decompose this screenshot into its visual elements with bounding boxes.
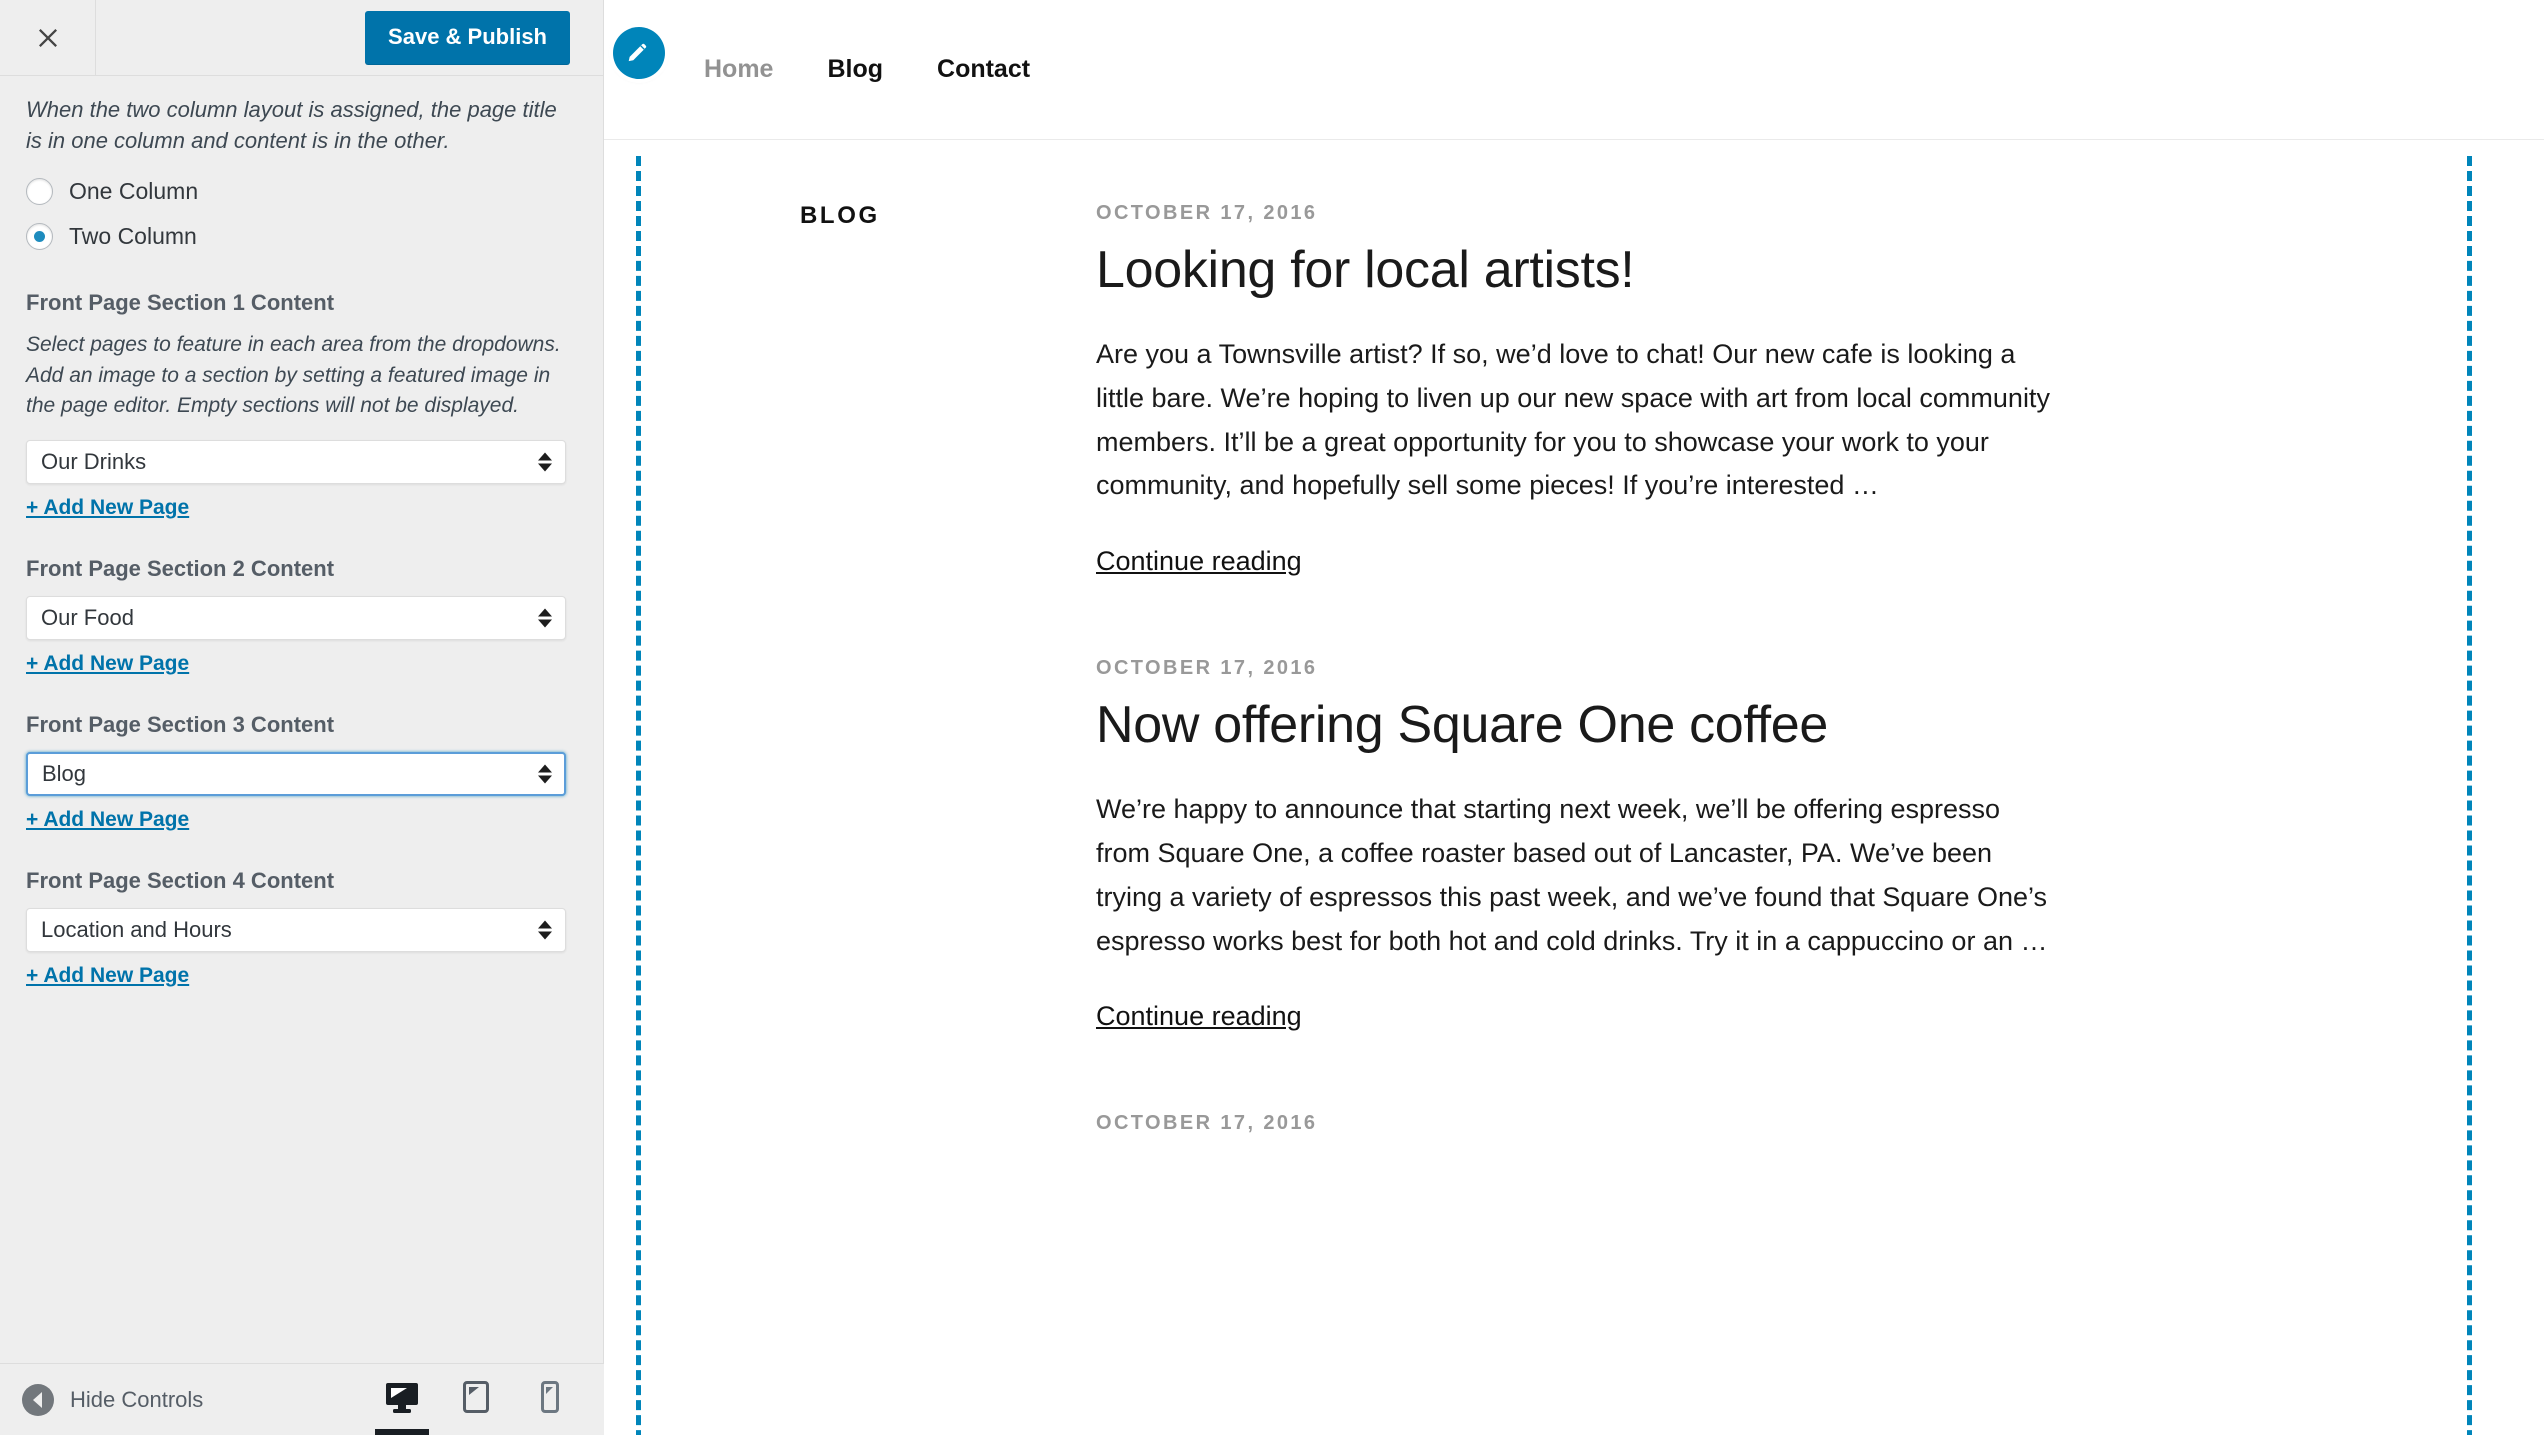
- site-preview: Home Blog Contact BLOG OCTOBER 17, 2016 …: [604, 0, 2544, 1435]
- section-1-help: Select pages to feature in each area fro…: [26, 333, 561, 418]
- radio-one-column-label: One Column: [69, 178, 199, 205]
- pencil-icon: [626, 38, 652, 69]
- customizer-header-actions: Save & Publish: [96, 0, 603, 75]
- radio-two-column-mark[interactable]: [26, 223, 53, 251]
- blog-section-label: BLOG: [800, 202, 880, 229]
- section-3-page-select[interactable]: Blog: [26, 751, 566, 796]
- radio-one-column-mark[interactable]: [26, 178, 53, 206]
- customizer-controls-panel[interactable]: When the two column layout is assigned, …: [0, 76, 603, 1363]
- nav-link-home[interactable]: Home: [704, 55, 815, 84]
- section-4-page-select[interactable]: Location and Hours: [26, 907, 566, 952]
- edit-shortcut-button[interactable]: [613, 27, 665, 79]
- section-2-add-new-page-link[interactable]: + Add New Page: [26, 652, 189, 676]
- section-4-add-new-page-link[interactable]: + Add New Page: [26, 964, 189, 988]
- desktop-icon: [385, 1381, 419, 1418]
- section-4-page-select-wrap: Location and Hours: [26, 907, 566, 952]
- blog-section: BLOG OCTOBER 17, 2016 Looking for local …: [604, 140, 2544, 1215]
- site-navigation: Home Blog Contact: [704, 55, 1084, 84]
- desktop-preview-button[interactable]: [378, 1364, 426, 1435]
- close-icon: [34, 24, 62, 52]
- nav-link-contact[interactable]: Contact: [937, 55, 1072, 84]
- post-excerpt: Are you a Townsville artist? If so, we’d…: [1096, 339, 2050, 501]
- save-and-publish-button[interactable]: Save & Publish: [365, 11, 570, 64]
- post-date: OCTOBER 17, 2016: [1096, 1112, 1318, 1135]
- section-1-title: Front Page Section 1 Content: [26, 290, 335, 316]
- radio-two-column[interactable]: Two Column: [26, 223, 577, 251]
- section-1-add-new-page-link[interactable]: + Add New Page: [26, 496, 189, 520]
- preview-canvas: BLOG OCTOBER 17, 2016 Looking for local …: [604, 140, 2544, 1435]
- section-3-page-select-wrap: Blog: [26, 751, 566, 796]
- customizer-header: Save & Publish: [0, 0, 603, 76]
- section-1-page-select-wrap: Our Drinks: [26, 439, 566, 484]
- tablet-preview-button[interactable]: [452, 1364, 500, 1435]
- radio-one-column[interactable]: One Column: [26, 178, 577, 206]
- blog-post: OCTOBER 17, 2016: [1096, 1112, 2056, 1135]
- continue-reading-link[interactable]: Continue reading: [1096, 1001, 1302, 1032]
- radio-two-column-label: Two Column: [69, 223, 197, 250]
- section-2-title: Front Page Section 2 Content: [26, 555, 335, 581]
- blog-post: OCTOBER 17, 2016 Now offering Square One…: [1096, 657, 2056, 1032]
- post-date: OCTOBER 17, 2016: [1096, 657, 1318, 680]
- post-title[interactable]: Now offering Square One coffee: [1096, 696, 2056, 754]
- customizer-app: Save & Publish When the two column layou…: [0, 0, 2544, 1435]
- layout-description: When the two column layout is assigned, …: [26, 97, 557, 154]
- nav-link-blog[interactable]: Blog: [827, 55, 925, 84]
- section-3-add-new-page-link[interactable]: + Add New Page: [26, 808, 189, 832]
- hide-controls-label: Hide Controls: [70, 1386, 204, 1412]
- collapse-arrow-icon: [22, 1383, 54, 1416]
- post-excerpt: We’re happy to announce that starting ne…: [1096, 794, 2048, 956]
- blog-post: OCTOBER 17, 2016 Looking for local artis…: [1096, 202, 2056, 577]
- post-date: OCTOBER 17, 2016: [1096, 202, 1318, 224]
- section-4-title: Front Page Section 4 Content: [26, 867, 335, 893]
- site-header: Home Blog Contact: [604, 0, 2544, 140]
- blog-posts-column: OCTOBER 17, 2016 Looking for local artis…: [1096, 202, 2216, 1215]
- section-1-page-select[interactable]: Our Drinks: [26, 439, 566, 484]
- device-preview-buttons: [378, 1364, 588, 1435]
- continue-reading-link[interactable]: Continue reading: [1096, 546, 1302, 577]
- customizer-footer: Hide Controls: [0, 1363, 604, 1435]
- section-2-page-select-wrap: Our Food: [26, 595, 566, 640]
- customizer-sidebar: Save & Publish When the two column layou…: [0, 0, 604, 1435]
- blog-label-column: BLOG: [604, 202, 1096, 1215]
- section-2-page-select[interactable]: Our Food: [26, 595, 566, 640]
- section-3-title: Front Page Section 3 Content: [26, 711, 335, 737]
- tablet-icon: [463, 1381, 489, 1418]
- hide-controls-button[interactable]: Hide Controls: [22, 1383, 204, 1416]
- mobile-icon: [541, 1381, 559, 1418]
- post-title[interactable]: Looking for local artists!: [1096, 241, 2056, 299]
- close-customizer-button[interactable]: [0, 0, 96, 75]
- mobile-preview-button[interactable]: [526, 1364, 574, 1435]
